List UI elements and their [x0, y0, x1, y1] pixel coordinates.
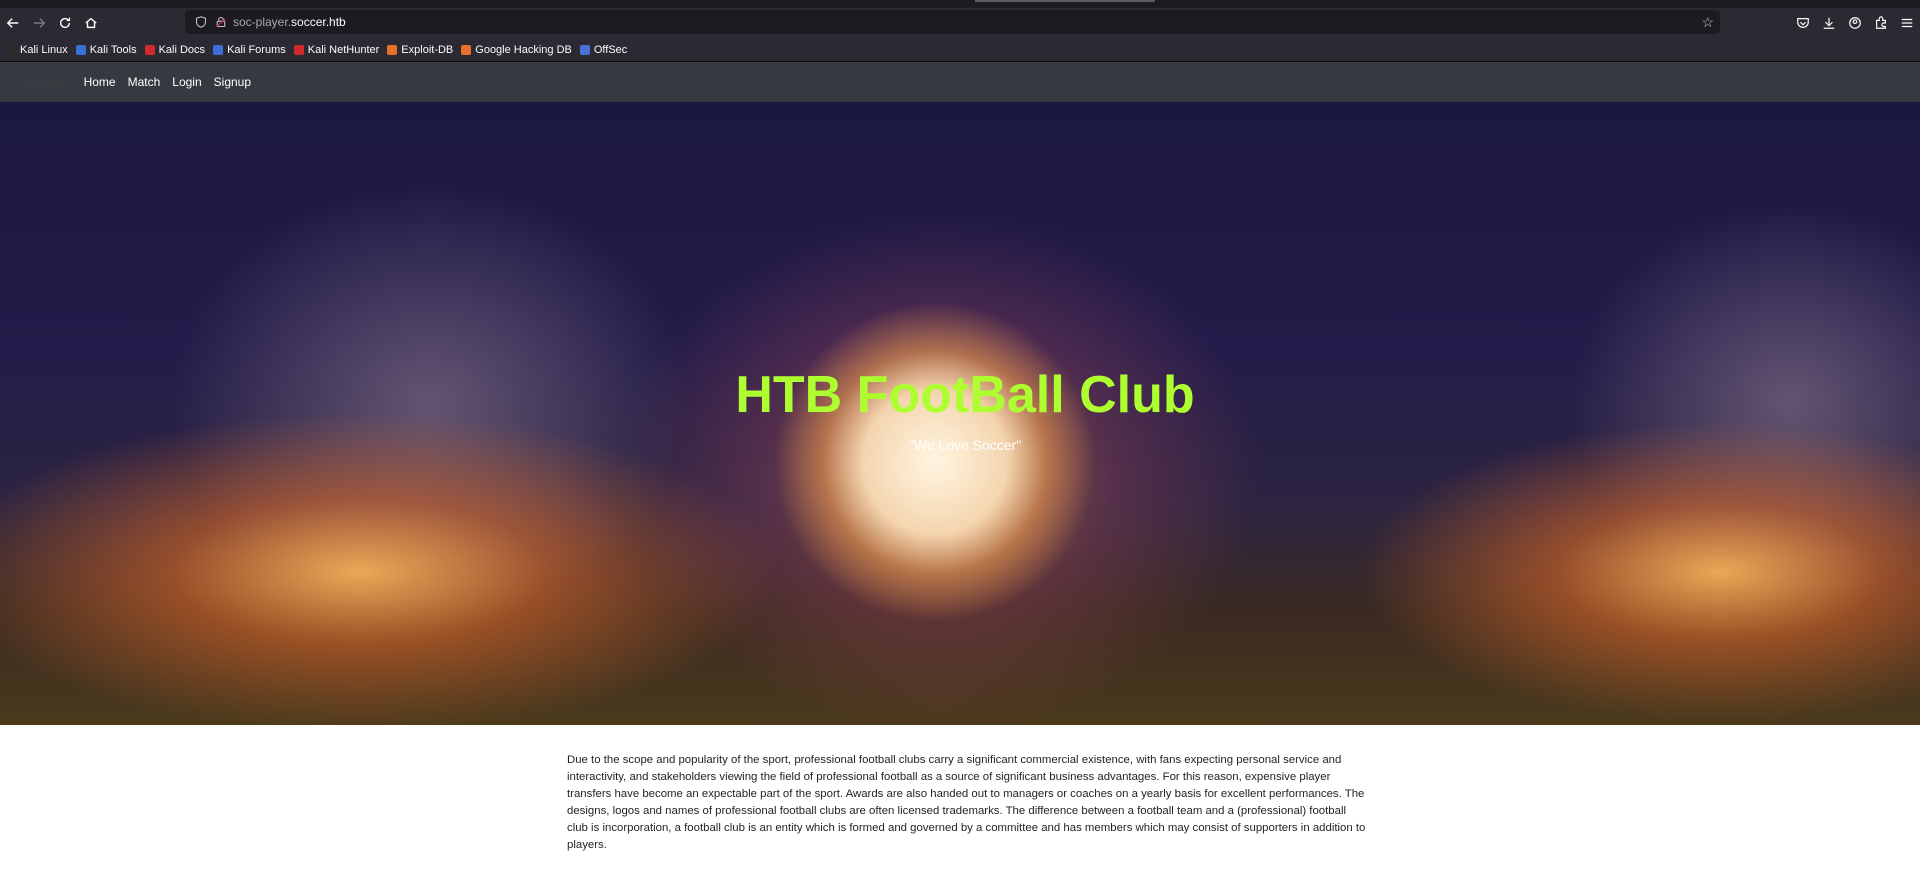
bookmark-item[interactable]: OffSec	[579, 43, 628, 56]
site-brand[interactable]: Soccer	[20, 74, 64, 90]
browser-tab-strip	[0, 0, 1920, 8]
menu-icon[interactable]	[1894, 10, 1920, 36]
url-text: soc-player.soccer.htb	[233, 15, 346, 29]
bookmark-favicon-icon	[75, 44, 86, 55]
hero-banner: HTB FootBall Club "We Love Soccer"	[0, 102, 1920, 725]
back-arrow-icon[interactable]	[0, 10, 26, 36]
bookmark-favicon-icon	[579, 44, 590, 55]
nav-link-login[interactable]: Login	[172, 75, 201, 89]
bookmark-label: Kali Forums	[227, 43, 286, 56]
bookmark-label: Kali Docs	[158, 43, 206, 56]
bookmark-favicon-icon	[213, 44, 224, 55]
reload-icon[interactable]	[52, 10, 78, 36]
forward-arrow-icon[interactable]	[26, 10, 52, 36]
bookmark-label: Google Hacking DB	[475, 43, 572, 56]
bookmark-favicon-icon	[6, 44, 16, 55]
nav-link-match[interactable]: Match	[128, 75, 161, 89]
hero-title: HTB FootBall Club	[735, 366, 1195, 424]
bookmarks-toolbar: Kali Linux Kali Tools Kali Docs Kali Forums…	[0, 38, 1920, 62]
site-navbar: Soccer Home Match Login Signup	[0, 62, 1920, 102]
active-tab-indicator[interactable]	[975, 0, 1155, 2]
extensions-icon[interactable]	[1868, 10, 1894, 36]
shield-icon[interactable]	[193, 14, 209, 30]
bookmark-favicon-icon	[461, 44, 472, 55]
nav-link-home[interactable]: Home	[84, 75, 116, 89]
bookmark-label: Exploit-DB	[401, 43, 454, 56]
about-paragraph: Due to the scope and popularity of the s…	[567, 754, 1366, 851]
bookmark-label: Kali NetHunter	[307, 43, 380, 56]
bookmark-label: Kali Linux	[20, 43, 68, 56]
bookmark-item[interactable]: Exploit-DB	[387, 44, 453, 56]
bookmark-item[interactable]: Kali NetHunter	[293, 43, 380, 56]
browser-toolbar: soc-player.soccer.htb ☆	[0, 8, 1920, 38]
nav-link-signup[interactable]: Signup	[214, 75, 251, 89]
bookmark-favicon-icon	[387, 44, 398, 55]
bookmark-label: OffSec	[593, 43, 628, 56]
bookmark-item[interactable]: Kali Forums	[213, 44, 286, 56]
download-icon[interactable]	[1816, 10, 1842, 36]
bookmark-item[interactable]: Kali Tools	[75, 43, 137, 56]
bookmark-item[interactable]: Kali Linux	[6, 44, 68, 56]
pocket-icon[interactable]	[1790, 10, 1816, 36]
home-icon[interactable]	[78, 10, 104, 36]
hero-subtitle: "We Love Soccer"	[908, 437, 1022, 453]
account-icon[interactable]	[1842, 10, 1868, 36]
star-icon[interactable]: ☆	[1701, 14, 1714, 31]
bookmark-label: Kali Tools	[89, 43, 137, 56]
toolbar-right-icons	[1790, 8, 1920, 38]
bookmark-favicon-icon	[293, 44, 304, 55]
bookmark-item[interactable]: Google Hacking DB	[461, 44, 572, 56]
bookmark-favicon-icon	[144, 44, 155, 55]
bookmark-item[interactable]: Kali Docs	[144, 43, 206, 56]
lock-icon[interactable]	[213, 14, 229, 30]
url-bar[interactable]: soc-player.soccer.htb ☆	[185, 10, 1720, 34]
